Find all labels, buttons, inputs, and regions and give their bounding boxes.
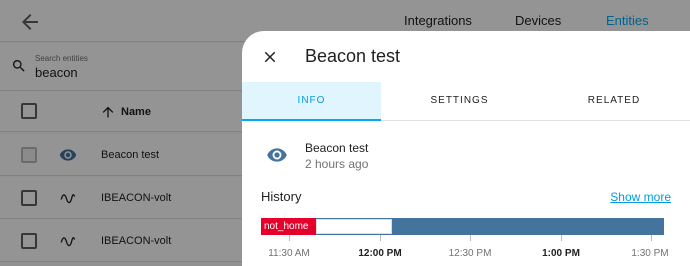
state-segment-not-home[interactable]: not_home: [261, 218, 316, 235]
dialog-title: Beacon test: [305, 46, 401, 66]
axis-tick: [561, 235, 562, 241]
close-icon[interactable]: [261, 48, 279, 66]
time-label: 11:30 AM: [268, 248, 310, 259]
show-more-link[interactable]: Show more: [610, 190, 671, 204]
time-label: 1:00 PM: [542, 248, 580, 259]
tab-settings[interactable]: SETTINGS: [381, 82, 538, 120]
time-label: 12:00 PM: [358, 248, 402, 259]
time-axis: [261, 235, 664, 243]
tab-related[interactable]: RELATED: [538, 82, 690, 120]
eye-icon: [267, 148, 287, 162]
time-label: 12:30 PM: [448, 248, 492, 259]
axis-tick: [470, 235, 471, 241]
tab-info[interactable]: INFO: [242, 82, 381, 121]
entity-dialog: Beacon test INFO SETTINGS RELATED Beacon…: [242, 31, 690, 266]
time-label: 1:30 PM: [631, 248, 669, 259]
history-title: History: [261, 189, 302, 204]
axis-tick: [289, 235, 290, 241]
history-timeline[interactable]: not_home: [261, 218, 664, 235]
axis-tick: [380, 235, 381, 241]
dialog-tabs: INFO SETTINGS RELATED: [242, 82, 690, 121]
state-segment-tooltip: [316, 219, 392, 234]
last-changed: 2 hours ago: [305, 157, 369, 171]
axis-tick: [651, 235, 652, 241]
entity-name: Beacon test: [305, 141, 369, 155]
